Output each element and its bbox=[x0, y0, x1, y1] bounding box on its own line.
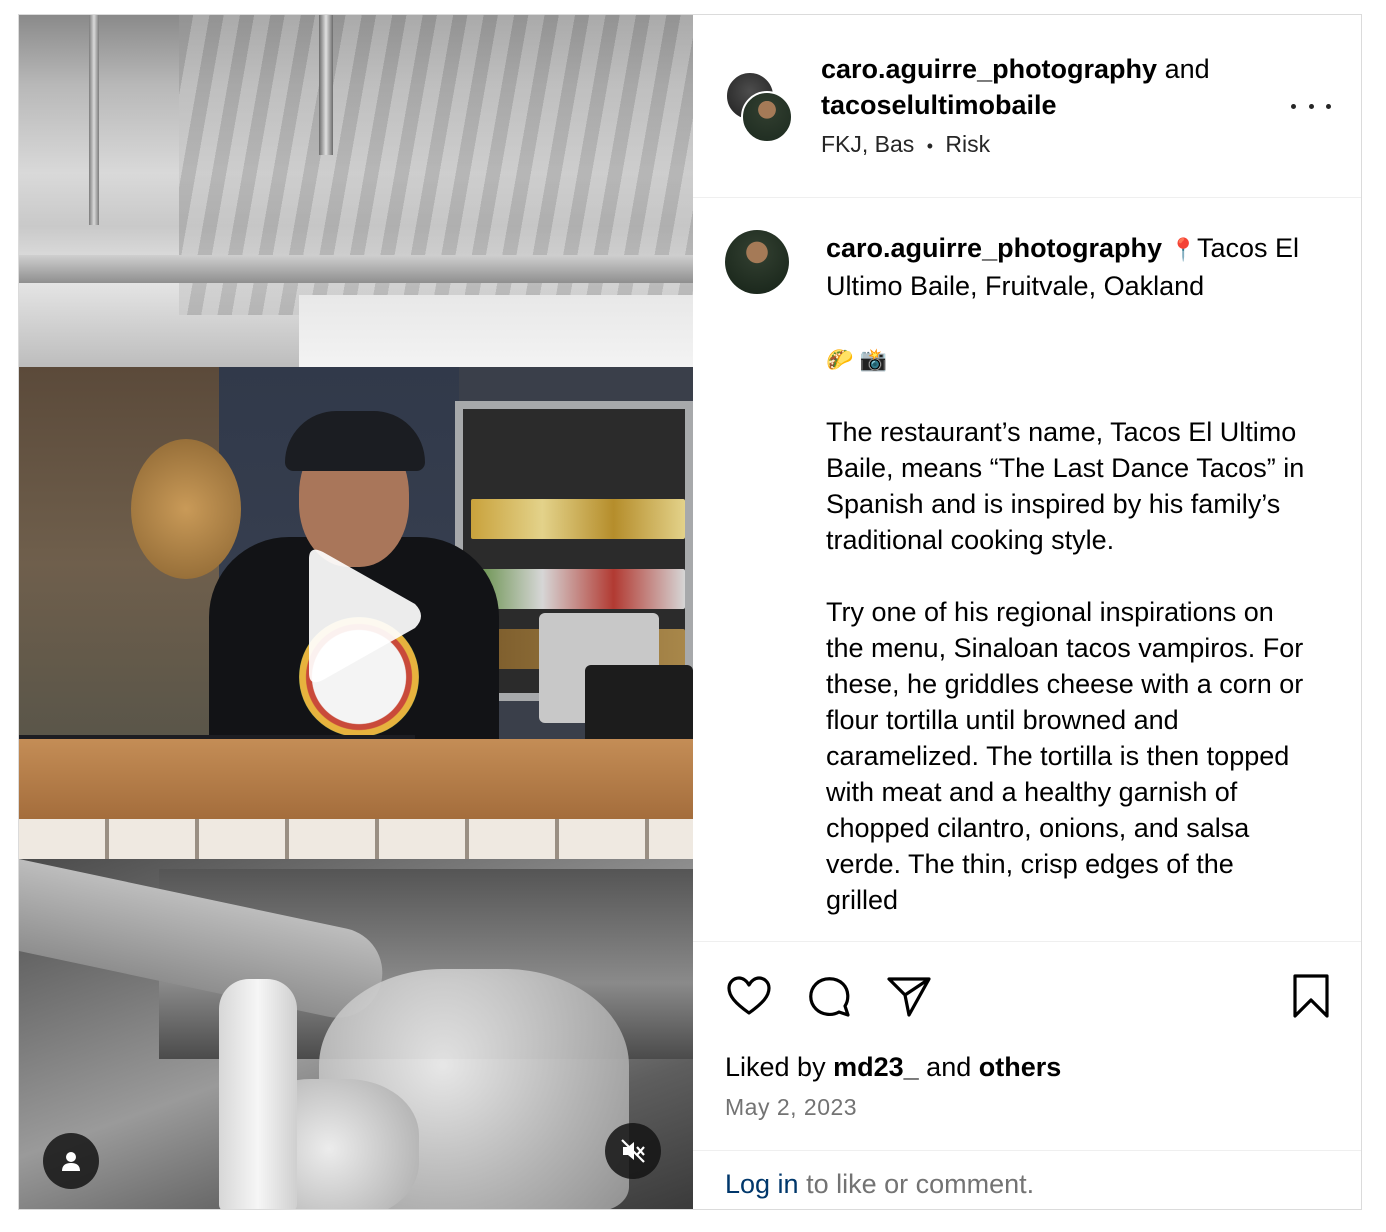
user-tags-button[interactable] bbox=[43, 1133, 99, 1189]
collab-avatars[interactable] bbox=[725, 71, 795, 143]
post-side-panel: caro.aguirre_photography and tacoselulti… bbox=[693, 15, 1361, 1209]
collaborator-username-link[interactable]: tacoselultimobaile bbox=[821, 90, 1057, 120]
mute-button[interactable] bbox=[605, 1123, 661, 1179]
liked-by-and: and bbox=[926, 1052, 972, 1082]
author-username-link[interactable]: caro.aguirre_photography bbox=[821, 54, 1157, 84]
liked-by-prefix: Liked by bbox=[725, 1052, 826, 1082]
mute-icon bbox=[621, 1139, 645, 1163]
post-card: caro.aguirre_photography and tacoselulti… bbox=[18, 14, 1362, 1210]
login-rest-text: to like or comment. bbox=[806, 1169, 1035, 1199]
post-authors: caro.aguirre_photography and tacoselulti… bbox=[821, 51, 1271, 123]
post-video[interactable] bbox=[19, 15, 693, 1209]
liked-by-user-link[interactable]: md23_ bbox=[833, 1052, 919, 1082]
caption-text: caro.aguirre_photography 📍Tacos El Ultim… bbox=[826, 230, 1306, 918]
post-date[interactable]: May 2, 2023 bbox=[725, 1094, 857, 1121]
comment-icon[interactable] bbox=[805, 972, 853, 1020]
audio-artists[interactable]: FKJ, Bas bbox=[821, 131, 914, 157]
post-actions-section: Liked by md23_ and others May 2, 2023 Lo… bbox=[693, 941, 1361, 1209]
caption-emojis: 🌮 📸 bbox=[826, 347, 887, 372]
caption-username-link[interactable]: caro.aguirre_photography bbox=[826, 233, 1162, 263]
play-icon[interactable] bbox=[289, 541, 429, 691]
share-icon[interactable] bbox=[885, 972, 933, 1020]
liked-by-others-link[interactable]: others bbox=[979, 1052, 1062, 1082]
login-prompt: Log in to like or comment. bbox=[693, 1150, 1361, 1209]
like-heart-icon[interactable] bbox=[725, 972, 773, 1020]
video-frame-kitchen-hood bbox=[19, 15, 693, 367]
post-header: caro.aguirre_photography and tacoselulti… bbox=[693, 15, 1361, 198]
collaborator-avatar[interactable] bbox=[741, 91, 793, 143]
audio-separator: • bbox=[926, 136, 934, 156]
likes-summary: Liked by md23_ and others bbox=[725, 1052, 1061, 1083]
location-pin-icon: 📍 bbox=[1169, 237, 1197, 262]
audio-track[interactable]: Risk bbox=[945, 131, 990, 157]
caption-author-avatar[interactable] bbox=[725, 230, 789, 294]
user-tags-icon bbox=[62, 1152, 80, 1171]
audio-attribution[interactable]: FKJ, Bas • Risk bbox=[821, 131, 990, 158]
login-link[interactable]: Log in bbox=[725, 1169, 799, 1199]
caption-section: caro.aguirre_photography 📍Tacos El Ultim… bbox=[693, 198, 1361, 941]
and-text: and bbox=[1164, 54, 1210, 84]
save-bookmark-icon[interactable] bbox=[1287, 972, 1335, 1020]
more-options-button[interactable] bbox=[1291, 91, 1331, 121]
caption-body: The restaurant’s name, Tacos El Ultimo B… bbox=[826, 417, 1305, 915]
more-options-icon bbox=[1291, 103, 1296, 109]
video-frame-grill bbox=[19, 859, 693, 1209]
